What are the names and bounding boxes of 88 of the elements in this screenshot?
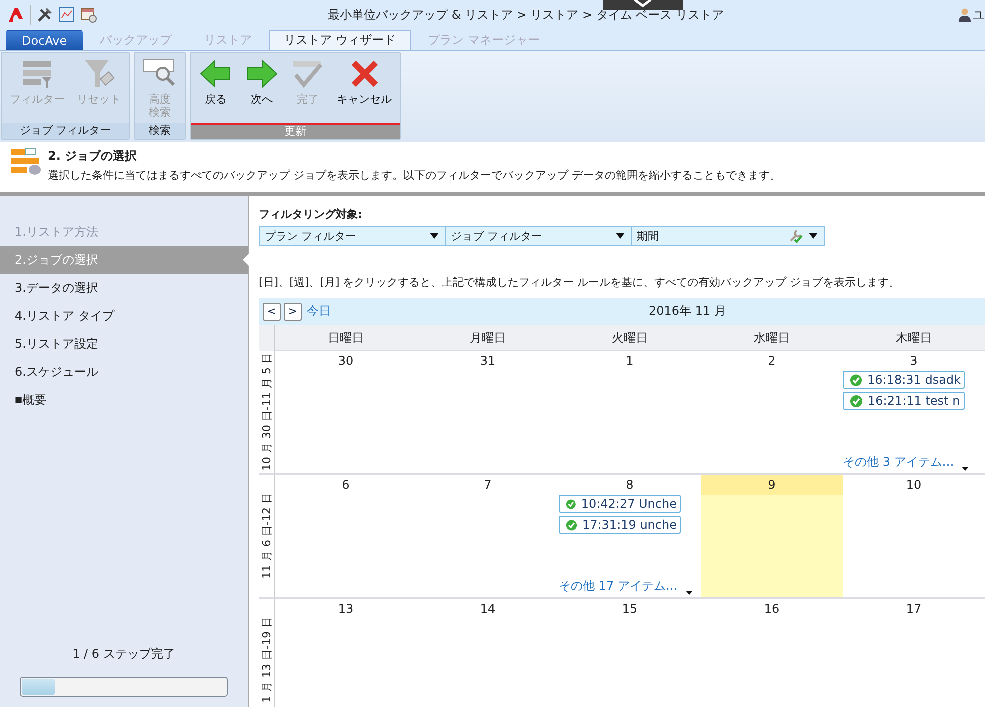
wizard-step[interactable]: 6.スケジュール bbox=[0, 358, 248, 386]
week-label[interactable]: 1 月 13 日-19 日 bbox=[259, 599, 275, 707]
day-number: 14 bbox=[479, 601, 497, 618]
day-cell[interactable]: 14 bbox=[417, 599, 559, 707]
group-label: 更新 bbox=[191, 123, 400, 139]
group-label: ジョブ フィルター bbox=[2, 123, 129, 139]
success-icon bbox=[566, 518, 578, 532]
day-number: 8 bbox=[625, 477, 635, 494]
job-event[interactable]: 10:42:27 Unche bbox=[559, 495, 681, 513]
week-label[interactable]: 10 月 30 日-11 月 5 日 bbox=[259, 351, 275, 475]
weekday-header: 火曜日 bbox=[559, 325, 701, 351]
chart-icon[interactable] bbox=[59, 7, 75, 23]
caret-icon[interactable] bbox=[686, 591, 693, 595]
success-icon bbox=[850, 394, 863, 408]
next-arrow-icon bbox=[245, 57, 279, 91]
previous-button[interactable]: < bbox=[263, 302, 281, 320]
ribbon-button[interactable]: 戻る bbox=[193, 53, 239, 123]
day-number: 16 bbox=[763, 601, 781, 618]
more-items-link[interactable]: その他 3 アイテム… bbox=[843, 454, 954, 471]
dropdown-arrow-icon bbox=[616, 233, 625, 239]
ribbon-button[interactable]: 次へ bbox=[239, 53, 285, 123]
ribbon-tab[interactable]: DocAve bbox=[6, 30, 84, 50]
filter-label: フィルタリング対象: bbox=[259, 207, 364, 222]
weekday-header: 木曜日 bbox=[843, 325, 985, 351]
day-cell[interactable]: 9 bbox=[701, 475, 843, 599]
day-cell[interactable]: 16 bbox=[701, 599, 843, 707]
day-cell[interactable]: 10 bbox=[843, 475, 985, 599]
filter-dropdown[interactable]: プラン フィルター bbox=[260, 227, 446, 245]
instruction-text: [日]、[週]、[月] をクリックすると、上記で構成したフィルター ルールを基に、すべての有効バックアップ ジョブを表示します。 bbox=[259, 275, 902, 290]
day-cell[interactable]: 17 bbox=[843, 599, 985, 707]
job-event[interactable]: 16:18:31 dsadk bbox=[843, 371, 965, 389]
day-number: 7 bbox=[483, 477, 493, 494]
day-number: 30 bbox=[337, 353, 355, 370]
job-event[interactable]: 17:31:19 unche bbox=[559, 516, 681, 534]
progress-text: 1 / 6 ステップ完了 bbox=[72, 646, 176, 663]
day-cell[interactable]: 3 16:18:31 dsadk 16:21:11 test n その他 3 アイテム… bbox=[843, 351, 985, 475]
filter-dropdown[interactable]: ジョブ フィルター bbox=[446, 227, 632, 245]
weekday-header: 水曜日 bbox=[701, 325, 843, 351]
back-arrow-icon bbox=[199, 57, 233, 91]
today-link[interactable]: 今日 bbox=[307, 303, 331, 320]
day-number: 2 bbox=[767, 353, 777, 370]
weekday-header: 日曜日 bbox=[275, 325, 417, 351]
day-cell[interactable]: 6 bbox=[275, 475, 417, 599]
more-items-link[interactable]: その他 17 アイテム… bbox=[559, 578, 678, 595]
step-description: 選択した条件に当てはまるすべてのバックアップ ジョブを表示します。以下のフィルターでバックアップ データの範囲を縮小することもできます。 bbox=[48, 168, 781, 183]
ribbon-button[interactable]: キャンセル bbox=[331, 53, 398, 123]
group-label: 検索 bbox=[135, 123, 185, 139]
week-label[interactable]: 11 月 6 日-12 日 bbox=[259, 475, 275, 599]
success-icon bbox=[566, 498, 576, 510]
day-number: 3 bbox=[909, 353, 919, 370]
day-cell[interactable]: 1 bbox=[559, 351, 701, 475]
day-cell[interactable]: 30 bbox=[275, 351, 417, 475]
window-icon[interactable] bbox=[81, 7, 97, 23]
day-number: 9 bbox=[701, 475, 843, 495]
ribbon-tab[interactable]: リストア ウィザード bbox=[269, 30, 411, 50]
jobs-icon bbox=[10, 148, 42, 176]
wizard-step[interactable]: 4.リストア タイプ bbox=[0, 302, 248, 330]
job-event[interactable]: 16:21:11 test n bbox=[843, 392, 965, 410]
wizard-step[interactable]: 5.リストア設定 bbox=[0, 330, 248, 358]
day-cell[interactable]: 13 bbox=[275, 599, 417, 707]
user-name[interactable]: ユ bbox=[973, 6, 985, 24]
day-number: 13 bbox=[337, 601, 355, 618]
next-button[interactable]: > bbox=[284, 302, 302, 320]
user-icon[interactable] bbox=[958, 8, 972, 22]
day-cell[interactable]: 15 bbox=[559, 599, 701, 707]
tools-icon[interactable] bbox=[37, 7, 53, 23]
day-number: 10 bbox=[905, 477, 923, 494]
breadcrumb: 最小単位バックアップ & リストア > リストア > タイム ベース リストア bbox=[327, 6, 725, 24]
day-number: 6 bbox=[341, 477, 351, 494]
chevron-tab-icon[interactable] bbox=[603, 0, 683, 10]
success-icon bbox=[850, 374, 862, 386]
day-cell[interactable]: 31 bbox=[417, 351, 559, 475]
filter-dropdown[interactable]: 期間 bbox=[632, 227, 824, 245]
wizard-step[interactable]: 3.データの選択 bbox=[0, 274, 248, 302]
logo-icon bbox=[8, 7, 24, 23]
month-title: 2016年 11 月 bbox=[649, 303, 726, 320]
dropdown-arrow-icon bbox=[430, 233, 439, 239]
caret-icon[interactable] bbox=[962, 467, 970, 471]
dropdown-arrow-icon bbox=[809, 233, 818, 239]
day-number: 17 bbox=[905, 601, 923, 618]
weekday-header: 月曜日 bbox=[417, 325, 559, 351]
day-cell[interactable]: 8 10:42:27 Unche 17:31:19 unche その他 17 アイテム… bbox=[559, 475, 701, 599]
calendar-corner bbox=[259, 325, 275, 351]
step-title: 2. ジョブの選択 bbox=[48, 148, 138, 165]
day-number: 15 bbox=[621, 601, 639, 618]
wizard-step[interactable]: ■概要 bbox=[0, 386, 248, 414]
day-number: 31 bbox=[479, 353, 497, 370]
day-number: 1 bbox=[625, 353, 635, 370]
